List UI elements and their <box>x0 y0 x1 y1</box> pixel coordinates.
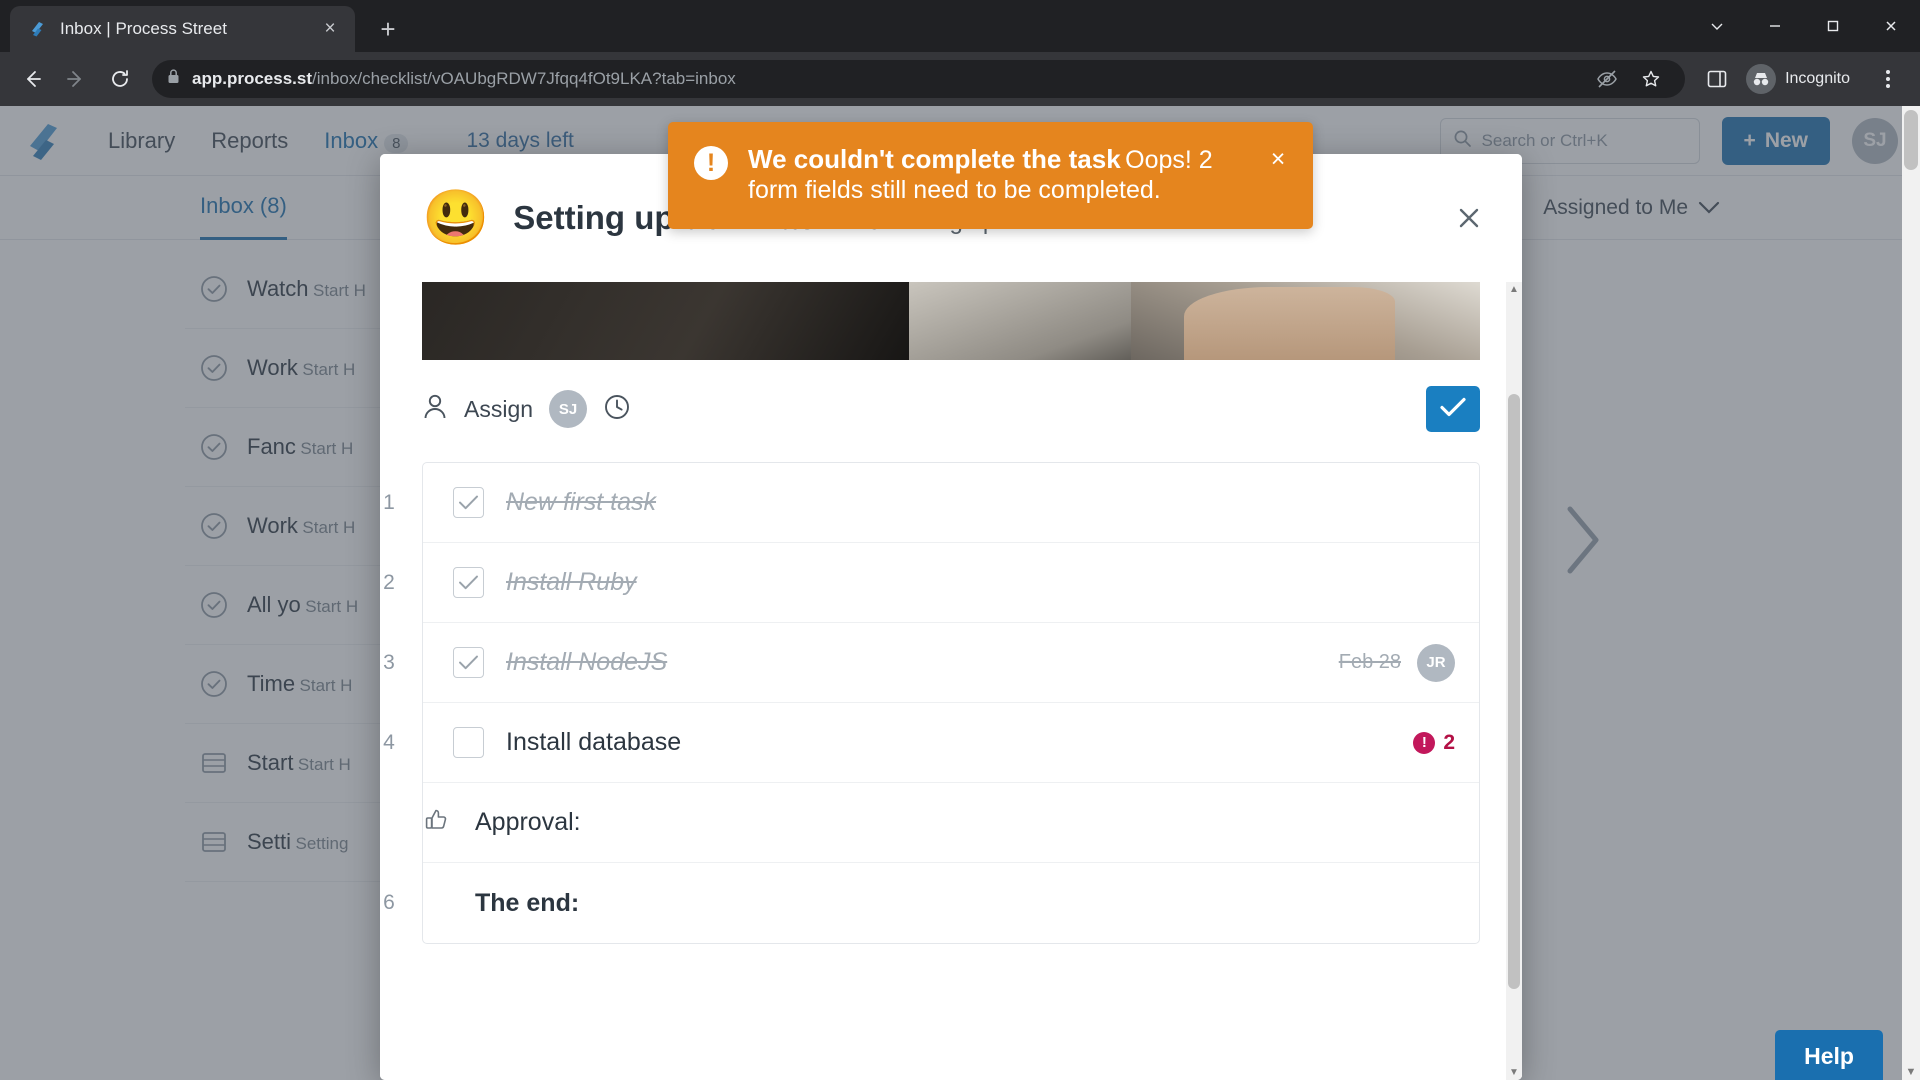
maximize-icon[interactable] <box>1804 0 1862 52</box>
hero-left-region <box>422 282 930 360</box>
window-controls <box>1688 0 1920 52</box>
toast-text: We couldn't complete the task Oops! 2 fo… <box>748 144 1243 205</box>
table-row[interactable]: Approval: <box>423 783 1479 863</box>
url-text: app.process.st/inbox/checklist/vOAUbgRDW… <box>192 69 1576 89</box>
task-due-date[interactable]: Feb 28 <box>1339 651 1401 674</box>
table-row[interactable]: 2 Install Ruby <box>383 543 1479 623</box>
task-label[interactable]: Install Ruby <box>506 568 1455 597</box>
page-scroll-thumb[interactable] <box>1904 110 1918 170</box>
alert-exclamation-icon: ! <box>694 146 728 180</box>
omnibox-icons <box>1587 59 1671 99</box>
avatar[interactable]: JR <box>1417 643 1455 682</box>
task-number: 2 <box>383 570 395 594</box>
process-street-favicon <box>28 19 48 39</box>
table-row[interactable]: 6 The end: <box>383 863 1479 943</box>
scroll-down-arrow-icon[interactable]: ▼ <box>1905 1066 1917 1078</box>
minimize-icon[interactable] <box>1746 0 1804 52</box>
table-row[interactable]: 1 New first task <box>383 463 1479 543</box>
incognito-profile-button[interactable]: Incognito <box>1741 60 1864 98</box>
task-number: 4 <box>383 730 395 754</box>
task-checkbox[interactable] <box>453 647 484 678</box>
task-number: 6 <box>383 891 395 914</box>
hero-mid-region <box>908 282 1163 360</box>
task-checkbox[interactable] <box>453 487 484 518</box>
task-list: 1 New first task 2 Install Ruby 3 Instal… <box>383 462 1480 944</box>
task-label[interactable]: The end: <box>475 889 1455 918</box>
modal-body: Assign SJ 1 New first task 2 Install Rub… <box>380 282 1522 1080</box>
tracking-blocked-icon[interactable] <box>1587 59 1627 99</box>
thumbs-up-icon <box>413 807 461 838</box>
task-checkbox[interactable] <box>453 567 484 598</box>
window-close-icon[interactable] <box>1862 0 1920 52</box>
close-icon[interactable]: × <box>317 16 343 42</box>
browser-window: Inbox | Process Street × + app.process.s… <box>0 0 1920 1080</box>
clock-icon[interactable] <box>603 393 631 426</box>
task-label[interactable]: Install database <box>506 728 1413 757</box>
check-icon <box>1439 396 1467 423</box>
url-domain: app.process.st <box>192 69 312 88</box>
close-icon[interactable] <box>1446 195 1492 241</box>
tab-strip: Inbox | Process Street × + <box>0 0 1920 52</box>
page-scrollbar[interactable]: ▲ ▼ <box>1902 106 1920 1080</box>
task-modal: 😃 Setting up dev machine Setting up dev … <box>380 154 1522 1080</box>
task-label[interactable]: Approval: <box>475 808 1455 837</box>
assign-bar: Assign SJ <box>380 360 1522 454</box>
error-toast: ! We couldn't complete the task Oops! 2 … <box>668 122 1313 229</box>
task-hero-image <box>422 282 1480 360</box>
browser-toolbar: app.process.st/inbox/checklist/vOAUbgRDW… <box>0 52 1920 106</box>
browser-tab[interactable]: Inbox | Process Street × <box>10 6 355 52</box>
table-row[interactable]: 4 Install database ! 2 <box>383 703 1479 783</box>
back-icon[interactable] <box>12 59 52 99</box>
person-icon <box>422 393 448 426</box>
task-checkbox[interactable] <box>453 727 484 758</box>
url-path: /inbox/checklist/vOAUbgRDW7Jfqq4fOt9LKA?… <box>312 69 736 88</box>
status-badge: ! 2 <box>1413 731 1455 755</box>
alert-count: 2 <box>1443 730 1455 754</box>
forward-icon[interactable] <box>56 59 96 99</box>
bookmark-star-icon[interactable] <box>1631 59 1671 99</box>
address-bar[interactable]: app.process.st/inbox/checklist/vOAUbgRDW… <box>152 59 1686 99</box>
hero-arm-region <box>1183 286 1396 360</box>
avatar[interactable]: SJ <box>549 390 588 428</box>
close-icon[interactable]: × <box>1263 144 1293 174</box>
scroll-up-arrow-icon[interactable]: ▲ <box>1508 284 1520 295</box>
incognito-icon <box>1746 64 1777 94</box>
reload-icon[interactable] <box>100 59 140 99</box>
profile-label: Incognito <box>1785 70 1850 87</box>
task-label[interactable]: Install NodeJS <box>506 648 1339 677</box>
chrome-menu-icon[interactable] <box>1868 59 1908 99</box>
task-label[interactable]: New first task <box>506 488 1455 517</box>
assign-label[interactable]: Assign <box>464 396 533 423</box>
help-button[interactable]: Help <box>1775 1030 1883 1080</box>
modal-scrollbar[interactable]: ▲ ▼ <box>1506 282 1522 1080</box>
grinning-face-emoji: 😃 <box>422 188 490 248</box>
scroll-down-arrow-icon[interactable]: ▼ <box>1508 1067 1520 1078</box>
alert-exclamation-icon: ! <box>1413 731 1436 754</box>
complete-task-button[interactable] <box>1426 386 1480 432</box>
new-tab-button[interactable]: + <box>369 10 407 48</box>
chevron-down-icon[interactable] <box>1688 0 1746 52</box>
task-number: 1 <box>383 490 395 514</box>
lock-icon <box>166 68 181 90</box>
tab-title: Inbox | Process Street <box>60 19 227 38</box>
modal-scroll-thumb[interactable] <box>1508 394 1520 989</box>
toast-title: We couldn't complete the task <box>748 144 1121 174</box>
side-panel-icon[interactable] <box>1697 59 1737 99</box>
task-number: 3 <box>383 650 395 674</box>
table-row[interactable]: 3 Install NodeJS Feb 28 JR <box>383 623 1479 703</box>
